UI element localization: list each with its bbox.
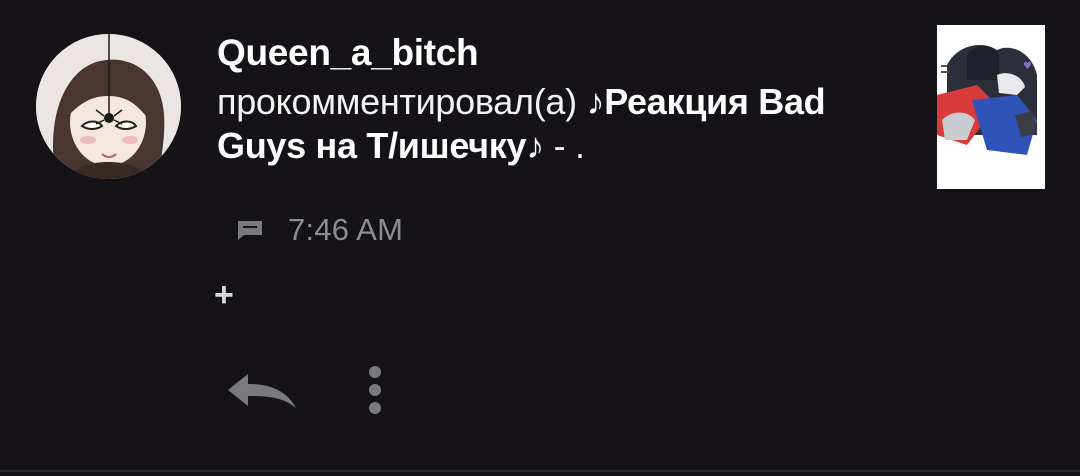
comment-icon bbox=[236, 219, 264, 241]
more-options-button[interactable] bbox=[360, 364, 390, 418]
action-text: прокомментировал(а) bbox=[217, 81, 587, 122]
notification-message[interactable]: прокомментировал(а) ♪Реакция Bad Guys на… bbox=[217, 80, 907, 168]
thumbnail-image: ♥ bbox=[937, 25, 1045, 189]
user-avatar[interactable] bbox=[36, 34, 181, 179]
avatar-image bbox=[36, 34, 181, 179]
username[interactable]: Queen_a_bitch bbox=[217, 28, 907, 78]
timestamp: 7:46 AM bbox=[288, 212, 404, 247]
more-vertical-icon bbox=[369, 366, 381, 414]
notification-item[interactable]: Queen_a_bitch прокомментировал(а) ♪Реакц… bbox=[0, 0, 1080, 472]
comment-text: - . bbox=[543, 125, 585, 166]
svg-text:♥: ♥ bbox=[1023, 61, 1032, 72]
reply-arrow-icon bbox=[228, 374, 296, 408]
divider bbox=[0, 470, 1080, 472]
reply-button[interactable] bbox=[226, 370, 298, 412]
expand-indicator[interactable]: + bbox=[214, 275, 234, 315]
notification-content: Queen_a_bitch прокомментировал(а) ♪Реакц… bbox=[217, 28, 907, 168]
notification-meta: 7:46 AM bbox=[236, 210, 403, 250]
post-thumbnail[interactable]: ♥ bbox=[937, 25, 1045, 189]
